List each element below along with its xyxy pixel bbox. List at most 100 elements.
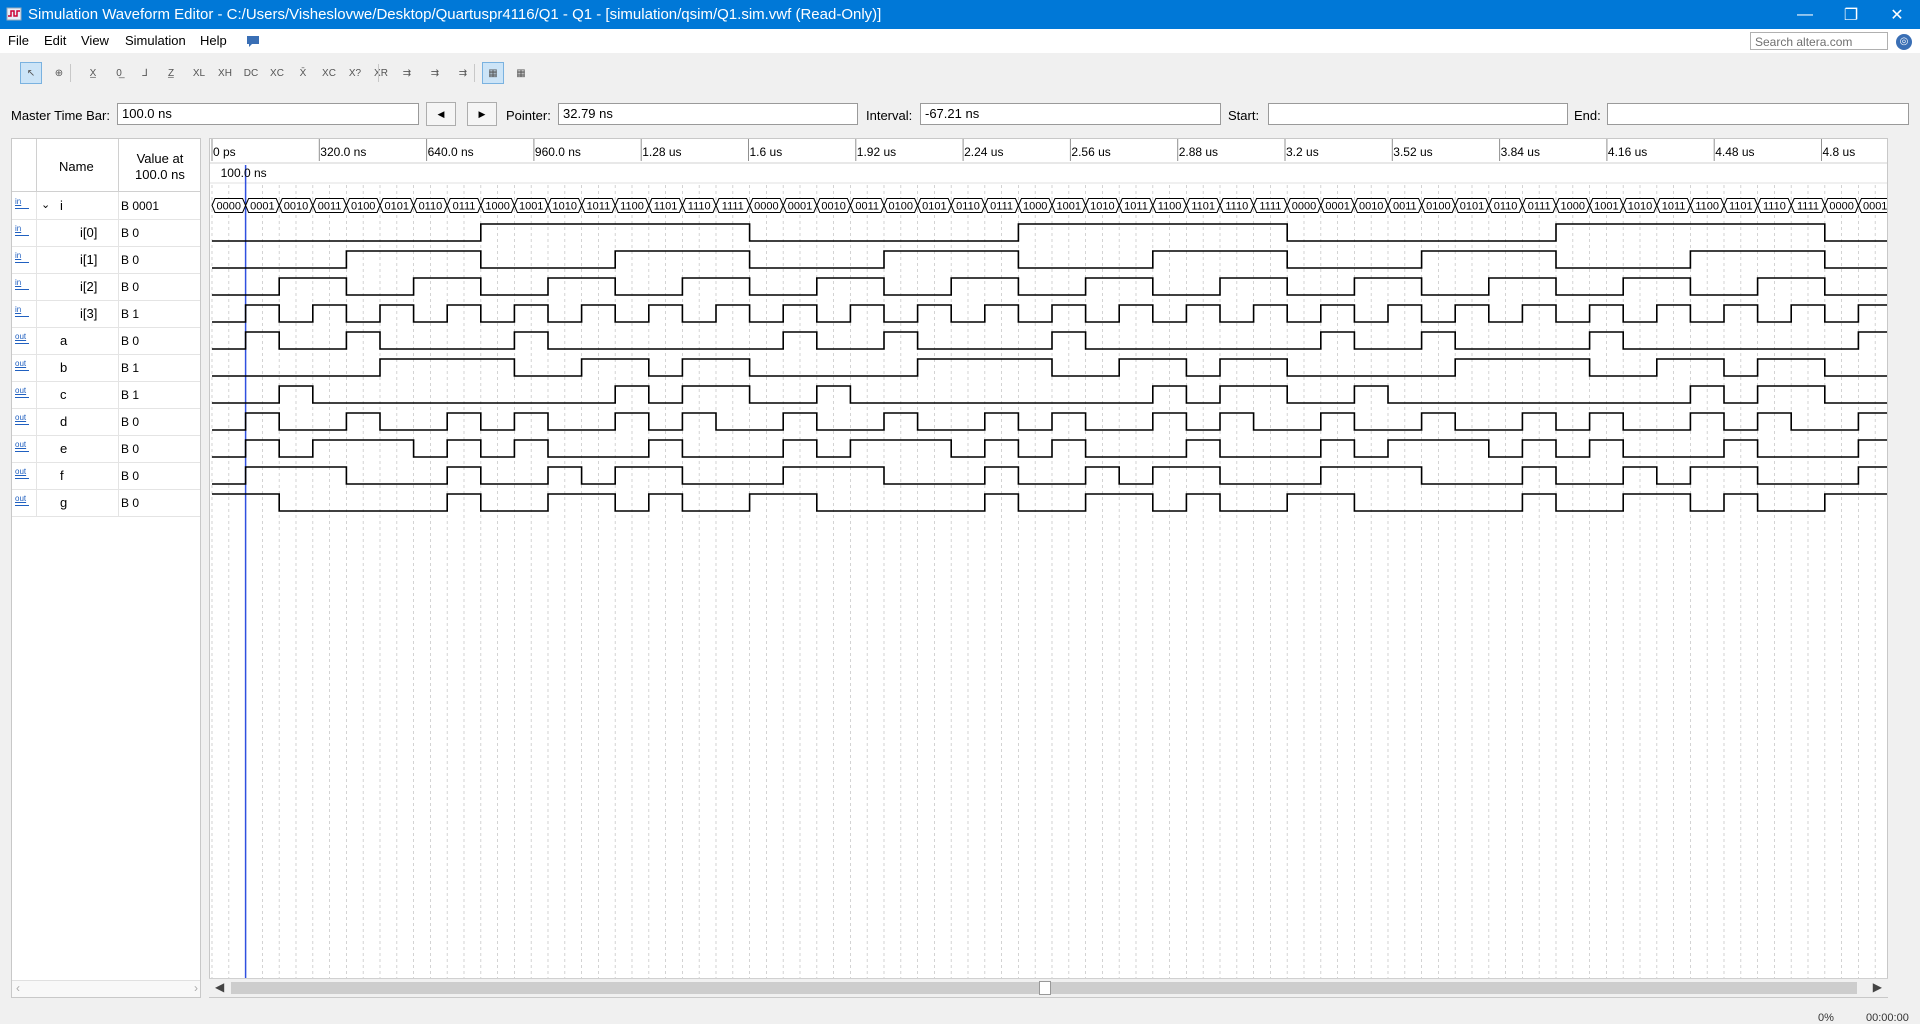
signal-waveform: [212, 223, 1887, 242]
waveform-hscrollbar[interactable]: ◀ ▶: [209, 978, 1888, 997]
minimize-button[interactable]: —: [1782, 0, 1828, 29]
signal-row[interactable]: out c B 1: [12, 381, 200, 409]
pointer-field[interactable]: 32.79 ns: [558, 103, 858, 125]
signal-name: a: [60, 333, 68, 348]
signal-waveform: [212, 412, 1887, 431]
time-bar-row: Master Time Bar: 100.0 ns ◀ ▶ Pointer: 3…: [0, 100, 1920, 130]
help-chat-icon[interactable]: [246, 34, 260, 48]
ruler-tick-label: 2.56 us: [1071, 145, 1110, 159]
master-time-bar-label: 100.0 ns: [221, 166, 267, 180]
interval-field[interactable]: -67.21 ns: [920, 103, 1221, 125]
signal-row[interactable]: in ⌄ i B 0001: [12, 192, 200, 220]
generate-netlist-icon[interactable]: ⇉: [452, 62, 474, 84]
bus-value-label: 1000: [485, 201, 509, 213]
signal-value: B 0001: [121, 199, 160, 213]
master-time-bar-field[interactable]: 100.0 ns: [117, 103, 419, 125]
signal-value: B 0: [121, 253, 140, 267]
signal-waveform: [212, 250, 1887, 269]
signal-row[interactable]: out a B 0: [12, 327, 200, 355]
clock-icon[interactable]: XC: [318, 62, 340, 84]
signal-row[interactable]: out f B 0: [12, 462, 200, 490]
output-pin-icon: out: [15, 414, 32, 429]
start-label: Start:: [1228, 108, 1260, 123]
bus-value-label: 0110: [419, 201, 443, 213]
grouping-icon[interactable]: ▦: [510, 62, 532, 84]
signal-row[interactable]: in i[1] B 0: [12, 246, 200, 274]
input-pin-icon: in: [15, 306, 32, 321]
invert-icon[interactable]: XC: [266, 62, 288, 84]
menu-help[interactable]: Help: [200, 33, 227, 48]
signal-row[interactable]: out g B 0: [12, 489, 200, 517]
start-field[interactable]: [1268, 103, 1568, 125]
name-column-header[interactable]: Name: [59, 159, 94, 174]
next-transition-button[interactable]: ▶: [467, 102, 497, 126]
signal-value: B 0: [121, 280, 140, 294]
input-pin-icon: in: [15, 225, 32, 240]
signal-row[interactable]: out e B 0: [12, 435, 200, 463]
run-functional-simulation-icon[interactable]: ⇉: [396, 62, 418, 84]
forcing-high-icon[interactable]: ⅃: [134, 62, 156, 84]
menu-edit[interactable]: Edit: [44, 33, 66, 48]
value-column-header[interactable]: Value at 100.0 ns: [135, 151, 185, 183]
previous-transition-button[interactable]: ◀: [426, 102, 456, 126]
scroll-thumb[interactable]: [1039, 981, 1051, 995]
high-impedance-icon[interactable]: Z̲: [160, 62, 182, 84]
scroll-left-arrow-icon[interactable]: ◀: [215, 980, 224, 994]
forcing-unknown-icon[interactable]: X̲: [82, 62, 104, 84]
signal-list-scrollbar[interactable]: ‹ ›: [12, 980, 200, 997]
ruler-tick-label: 2.24 us: [964, 145, 1003, 159]
bus-value-label: 0111: [453, 201, 476, 213]
signal-name: f: [60, 468, 64, 483]
zoom-tool-icon[interactable]: ⊕: [48, 62, 70, 84]
scroll-left-icon[interactable]: ‹: [16, 981, 20, 995]
signal-row[interactable]: in i[0] B 0: [12, 219, 200, 247]
scroll-right-arrow-icon[interactable]: ▶: [1873, 980, 1882, 994]
signal-row[interactable]: out d B 0: [12, 408, 200, 436]
close-button[interactable]: ✕: [1874, 0, 1920, 29]
signal-row[interactable]: in i[3] B 1: [12, 300, 200, 328]
bus-value-label: 1111: [722, 201, 744, 213]
random-value-icon[interactable]: XR: [370, 62, 392, 84]
restore-button[interactable]: ❐: [1828, 0, 1874, 29]
signal-list-header: Name Value at 100.0 ns: [12, 139, 200, 192]
weak-low-icon[interactable]: XL: [188, 62, 210, 84]
count-value-icon[interactable]: X̄: [292, 62, 314, 84]
ruler-tick-label: 1.92 us: [857, 145, 896, 159]
waveform-app-icon: [6, 7, 22, 21]
selection-tool-icon[interactable]: ↖: [20, 62, 42, 84]
ruler-tick-label: 4.16 us: [1608, 145, 1647, 159]
bus-value-label: 1100: [1158, 201, 1182, 213]
globe-icon[interactable]: ◎: [1896, 34, 1912, 50]
expand-chevron-icon[interactable]: ⌄: [41, 198, 50, 211]
bus-value-label: 0011: [318, 201, 342, 213]
dont-care-icon[interactable]: DC: [240, 62, 262, 84]
search-input[interactable]: Search altera.com: [1750, 32, 1888, 50]
bus-value-label: 1011: [587, 201, 611, 213]
signal-waveform: [212, 493, 1887, 512]
run-timing-simulation-icon[interactable]: ⇉: [424, 62, 446, 84]
signal-row[interactable]: out b B 1: [12, 354, 200, 382]
menu-view[interactable]: View: [81, 33, 109, 48]
scroll-right-icon[interactable]: ›: [194, 981, 198, 995]
title-bar: Simulation Waveform Editor - C:/Users/Vi…: [0, 0, 1920, 29]
bus-value-label: 0001: [1325, 201, 1349, 213]
end-field[interactable]: [1607, 103, 1909, 125]
waveform-canvas[interactable]: 0 ps 320.0 ns 640.0 ns 960.0 ns 1.28 us 1.6 u…: [210, 139, 1887, 997]
weak-high-icon[interactable]: XH: [214, 62, 236, 84]
snap-to-grid-icon[interactable]: ▦: [482, 62, 504, 84]
status-bar: 0% 00:00:00: [0, 1004, 1920, 1024]
bus-value-label: 1101: [1191, 201, 1215, 213]
window-title: Simulation Waveform Editor - C:/Users/Vi…: [28, 6, 882, 23]
bus-value-label: 0000: [1292, 201, 1316, 213]
bus-value-label: 1010: [553, 201, 577, 213]
bus-value-label: 1001: [1057, 201, 1081, 213]
menu-file[interactable]: File: [8, 33, 29, 48]
signal-row[interactable]: in i[2] B 0: [12, 273, 200, 301]
bus-value-label: 0010: [821, 201, 845, 213]
bus-value-label: 0000: [217, 201, 241, 213]
menu-simulation[interactable]: Simulation: [125, 33, 186, 48]
arbitrary-value-icon[interactable]: X?: [344, 62, 366, 84]
forcing-low-icon[interactable]: 0̲: [108, 62, 130, 84]
bus-value-label: 0101: [1460, 201, 1484, 213]
waveform-panel[interactable]: 0 ps 320.0 ns 640.0 ns 960.0 ns 1.28 us 1.6 u…: [209, 138, 1888, 998]
